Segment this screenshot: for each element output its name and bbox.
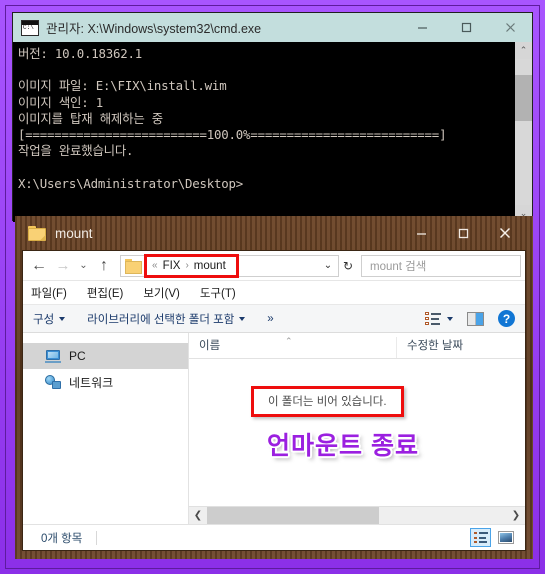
scroll-right-icon[interactable]: ❯ [507, 510, 525, 521]
organize-button[interactable]: 구성 [33, 311, 66, 327]
explorer-minimize-button[interactable] [400, 216, 442, 250]
annotation-text: 언마운트 종료 [267, 432, 419, 460]
screenshot-root: 관리자: X:\Windows\system32\cmd.exe 버전: 10.… [0, 0, 545, 574]
file-list-pane: 이름 ⌃ 수정한 날짜 이 폴더는 비어 있습니다. 언마운트 종료 ❮ ❯ [189, 333, 525, 524]
empty-folder-message: 이 폴더는 비어 있습니다. [251, 386, 404, 417]
explorer-maximize-button[interactable] [442, 216, 484, 250]
explorer-main: PC 네트워크 이름 ⌃ 수정한 날짜 이 폴더는 비어 있습니다. 언마운트 … [23, 333, 525, 524]
large-icons-view-button[interactable] [495, 528, 516, 547]
up-button[interactable]: ↑ [92, 254, 116, 278]
cmd-vertical-scrollbar[interactable]: ⌃ ⌄ [514, 42, 532, 222]
column-headers: 이름 ⌃ 수정한 날짜 [189, 333, 525, 359]
preview-pane-icon[interactable] [467, 311, 484, 326]
file-explorer-window: mount ← → ⌄ ↑ « FIX › mount ⌄ ↻ mount 검색… [15, 216, 533, 559]
horizontal-scrollbar[interactable]: ❮ ❯ [189, 506, 525, 524]
menu-item-file[interactable]: 파일(F) [31, 285, 67, 301]
explorer-title-text: mount [55, 225, 93, 241]
status-bar: 0개 항목 [23, 524, 525, 550]
details-view-icon [473, 531, 488, 544]
help-icon[interactable]: ? [498, 310, 515, 327]
search-input[interactable]: mount 검색 [361, 254, 521, 277]
status-divider [96, 530, 98, 545]
forward-button[interactable]: → [51, 254, 75, 278]
explorer-client-area: ← → ⌄ ↑ « FIX › mount ⌄ ↻ mount 검색 파일(F)… [22, 250, 526, 551]
cmd-title-text: 관리자: X:\Windows\system32\cmd.exe [46, 22, 262, 36]
cmd-window-controls [400, 13, 532, 42]
network-icon [45, 375, 61, 389]
column-header-name[interactable]: 이름 ⌃ [189, 336, 397, 358]
explorer-title-bar[interactable]: mount [22, 216, 526, 250]
back-button[interactable]: ← [27, 254, 51, 278]
details-view-button[interactable] [470, 528, 491, 547]
column-header-name-label: 이름 [199, 340, 221, 352]
breadcrumb-overflow-icon[interactable]: « [152, 260, 158, 271]
breadcrumb[interactable]: « FIX › mount [144, 253, 239, 278]
sidebar-item-pc[interactable]: PC [23, 343, 188, 369]
chevron-down-icon [447, 316, 453, 321]
folder-icon [28, 225, 46, 241]
scroll-left-icon[interactable]: ❮ [189, 510, 207, 521]
include-in-library-label: 라이브러리에 선택한 폴더 포함 [87, 313, 235, 326]
view-toggle-group [470, 528, 525, 547]
scroll-up-icon[interactable]: ⌃ [515, 42, 532, 59]
menu-item-tools[interactable]: 도구(T) [200, 285, 236, 301]
view-options-icon [425, 312, 441, 325]
column-header-date[interactable]: 수정한 날짜 [397, 337, 525, 358]
address-bar[interactable]: « FIX › mount ⌄ [120, 253, 339, 278]
cmd-body: 버전: 10.0.18362.1 이미지 파일: E:\FIX\install.… [13, 42, 532, 222]
sidebar-item-label: PC [69, 349, 86, 363]
menu-item-edit[interactable]: 편집(E) [87, 285, 124, 301]
cmd-close-button[interactable] [488, 13, 532, 42]
chevron-down-icon [239, 316, 246, 321]
cmd-maximize-button[interactable] [444, 13, 488, 42]
explorer-window-controls [400, 216, 526, 250]
horizontal-scroll-track[interactable] [207, 507, 507, 524]
breadcrumb-item-mount[interactable]: mount [194, 260, 226, 272]
toolbar-right-group: ? [425, 310, 519, 327]
sort-ascending-icon: ⌃ [285, 336, 293, 346]
explorer-close-button[interactable] [484, 216, 526, 250]
address-folder-icon [125, 259, 142, 274]
breadcrumb-item-fix[interactable]: FIX [163, 260, 181, 272]
chevron-down-icon [59, 316, 66, 321]
sidebar-item-label: 네트워크 [69, 375, 114, 390]
cmd-title-bar[interactable]: 관리자: X:\Windows\system32\cmd.exe [13, 13, 532, 42]
organize-label: 구성 [33, 313, 55, 326]
command-toolbar: 구성 라이브러리에 선택한 폴더 포함 » ? [23, 304, 525, 333]
recent-locations-button[interactable]: ⌄ [75, 254, 92, 278]
refresh-icon[interactable]: ↻ [339, 259, 357, 273]
address-toolbar: ← → ⌄ ↑ « FIX › mount ⌄ ↻ mount 검색 [23, 251, 525, 281]
chevron-right-icon[interactable]: › [185, 260, 188, 271]
command-prompt-window: 관리자: X:\Windows\system32\cmd.exe 버전: 10.… [12, 12, 533, 222]
menu-item-view[interactable]: 보기(V) [143, 285, 180, 301]
cmd-scroll-track[interactable] [515, 59, 532, 205]
include-in-library-button[interactable]: 라이브러리에 선택한 폴더 포함 [87, 311, 246, 327]
column-header-date-label: 수정한 날짜 [407, 340, 464, 352]
toolbar-overflow-button[interactable]: » [267, 313, 273, 325]
large-icons-view-icon [497, 531, 514, 544]
item-count-label: 0개 항목 [41, 532, 83, 545]
horizontal-scroll-thumb[interactable] [207, 507, 379, 524]
chevron-down-icon[interactable]: ⌄ [318, 260, 338, 271]
cmd-scroll-thumb[interactable] [515, 75, 532, 121]
sidebar-item-network[interactable]: 네트워크 [23, 369, 188, 395]
console-output-text[interactable]: 버전: 10.0.18362.1 이미지 파일: E:\FIX\install.… [13, 42, 514, 222]
menu-bar: 파일(F) 편집(E) 보기(V) 도구(T) [23, 281, 525, 304]
navigation-pane: PC 네트워크 [23, 333, 189, 524]
cmd-icon [21, 19, 39, 36]
view-options-button[interactable] [425, 312, 453, 325]
computer-icon [45, 349, 61, 363]
file-list-empty-area[interactable]: 이 폴더는 비어 있습니다. 언마운트 종료 [189, 359, 525, 506]
address-bar-right: ⌄ [318, 260, 338, 271]
cmd-minimize-button[interactable] [400, 13, 444, 42]
